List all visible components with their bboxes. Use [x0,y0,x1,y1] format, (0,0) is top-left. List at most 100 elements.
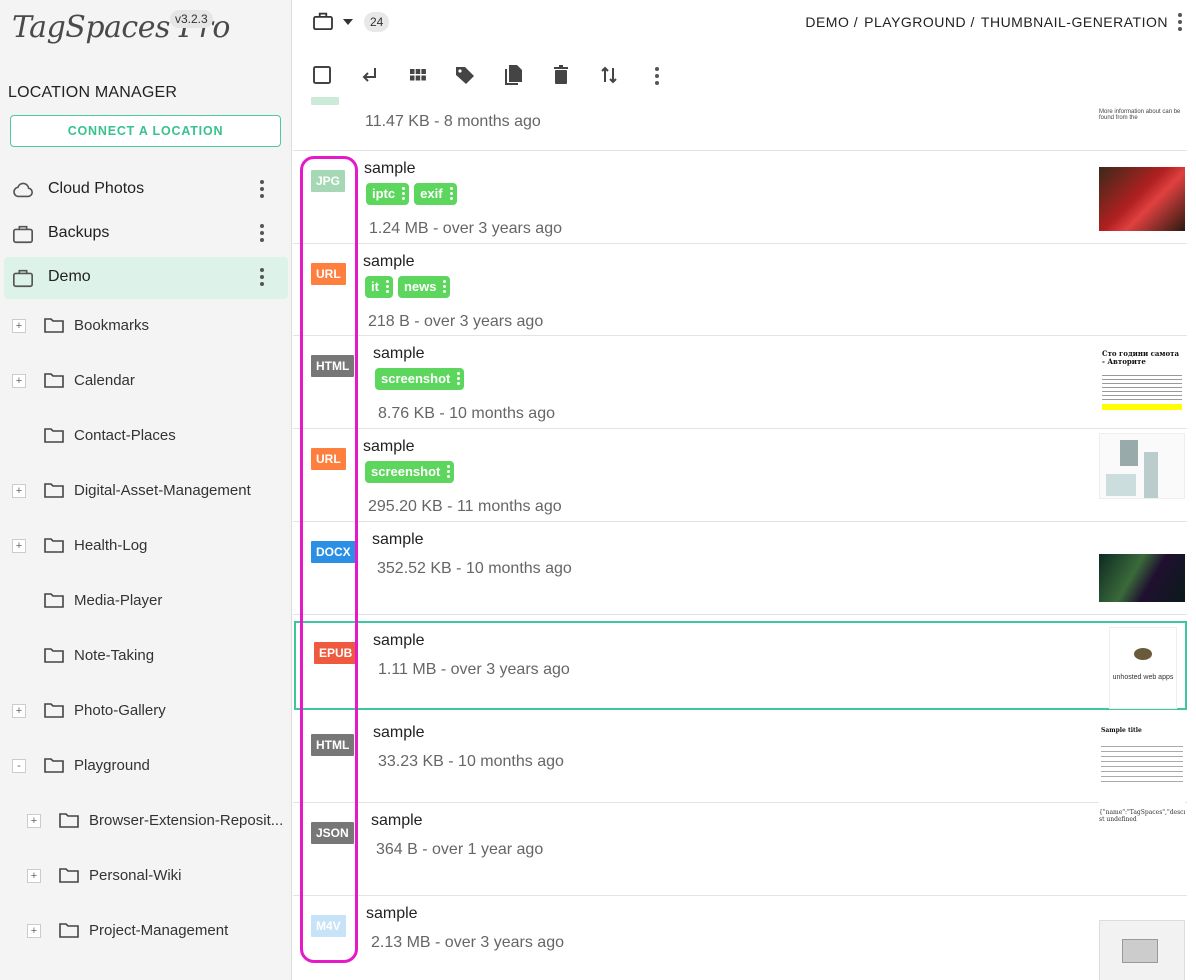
file-thumbnail[interactable]: unhosted web apps [1097,627,1183,709]
file-row[interactable]: JSON sample 364 B - over 1 year ago {"name"… [293,803,1187,896]
expand-toggle-icon[interactable]: - [12,759,26,773]
expand-toggle-icon[interactable]: + [12,484,26,498]
file-name[interactable]: sample [373,345,425,363]
file-name[interactable]: sample [364,160,416,178]
location-switcher-icon[interactable] [313,12,333,30]
folder-tree-item[interactable]: + Health-Log [0,526,291,566]
file-name[interactable]: sample [363,438,415,456]
folder-tree-item[interactable]: Media-Player [0,581,291,621]
folder-menu-icon[interactable] [1178,13,1182,34]
file-thumbnail[interactable]: Сто години самота - Авторите [1099,340,1185,426]
tag-chip[interactable]: screenshot [365,461,455,483]
file-type-badge[interactable]: EPUB [314,642,358,664]
delete-icon[interactable] [550,64,572,86]
location-menu-icon[interactable] [260,224,264,244]
more-icon[interactable] [655,67,659,89]
folder-name: Calendar [74,372,135,389]
location-item-backups[interactable]: Backups [4,213,288,255]
location-manager-title: LOCATION MANAGER [8,84,178,101]
folder-icon [44,758,64,773]
breadcrumb-item[interactable]: DEMO / [805,14,858,30]
copy-icon[interactable] [502,64,524,86]
file-row[interactable]: EPUB sample 1.11 MB - over 3 years ago unho… [294,621,1187,710]
folder-tree-item[interactable]: + Browser-Extension-Reposit... [0,801,291,841]
file-row[interactable]: URL sample it news 218 B - over 3 years ago [293,244,1187,336]
file-thumbnail[interactable]: Sample title [1099,719,1185,805]
cloud-icon [13,182,33,198]
file-name[interactable]: sample [363,253,415,271]
sort-icon[interactable] [598,64,620,86]
file-thumbnail[interactable] [1099,167,1185,231]
file-row[interactable]: 11.47 KB - 8 months ago More information … [293,97,1187,151]
connect-location-button[interactable]: CONNECT A LOCATION [10,115,281,147]
tag-group: screenshot [365,461,455,483]
file-type-badge[interactable] [311,97,339,105]
folder-tree-item[interactable]: + Digital-Asset-Management [0,471,291,511]
briefcase-icon [13,225,33,244]
file-name[interactable]: sample [373,632,425,650]
folder-tree-item[interactable]: Contact-Places [0,416,291,456]
grid-view-icon[interactable] [407,64,429,86]
breadcrumb-item[interactable]: PLAYGROUND / [864,14,975,30]
file-name[interactable]: sample [371,812,423,830]
toolbar [293,50,1196,100]
file-row[interactable]: HTML sample screenshot 8.76 KB - 10 months … [293,336,1187,429]
file-row[interactable]: JPG sample iptc exif 1.24 MB - over 3 years … [293,151,1187,244]
location-menu-icon[interactable] [260,268,264,288]
file-type-badge[interactable]: URL [311,448,346,470]
folder-tree-item[interactable]: Note-Taking [0,636,291,676]
file-thumbnail[interactable] [1099,433,1185,499]
file-thumbnail[interactable] [1099,900,1185,980]
file-type-badge[interactable]: JSON [311,822,354,844]
file-row[interactable]: HTML sample 33.23 KB - 10 months ago Sample… [293,715,1187,805]
tag-menu-icon[interactable] [457,372,461,387]
location-item-cloud-photos[interactable]: Cloud Photos [4,169,288,211]
tag-chip[interactable]: iptc [366,183,410,205]
tag-chip[interactable]: exif [414,183,457,205]
file-type-badge[interactable]: HTML [311,355,355,377]
file-thumbnail[interactable] [1099,534,1185,602]
tag-icon[interactable] [454,64,476,86]
expand-toggle-icon[interactable]: + [12,539,26,553]
file-type-badge[interactable]: HTML [311,734,355,756]
folder-tree-item[interactable]: - Playground [0,746,291,786]
location-menu-icon[interactable] [260,180,264,200]
folder-tree-item[interactable]: + Photo-Gallery [0,691,291,731]
folder-name: Photo-Gallery [74,702,166,719]
file-row[interactable]: URL sample screenshot 295.20 KB - 11 months… [293,429,1187,522]
tag-menu-icon[interactable] [447,465,451,480]
folder-tree-item[interactable]: + Bookmarks [0,306,291,346]
file-thumbnail: More information about can be found from… [1099,107,1185,149]
tag-menu-icon[interactable] [385,280,389,295]
file-name[interactable]: sample [372,531,424,549]
select-all-checkbox-icon[interactable] [311,64,333,86]
expand-toggle-icon[interactable]: + [27,869,41,883]
file-type-badge[interactable]: JPG [311,170,346,192]
file-row[interactable]: M4V sample 2.13 MB - over 3 years ago [293,896,1187,980]
folder-tree-item[interactable]: + Personal-Wiki [0,856,291,896]
tag-menu-icon[interactable] [443,280,447,295]
expand-toggle-icon[interactable]: + [27,924,41,938]
tag-menu-icon[interactable] [449,187,453,202]
tag-chip[interactable]: news [397,276,451,298]
folder-tree-item[interactable]: + Project-Management [0,911,291,951]
breadcrumb-item[interactable]: THUMBNAIL-GENERATION [981,14,1168,30]
file-type-badge[interactable]: DOCX [311,541,356,563]
file-thumbnail[interactable]: {"name":"TagSpaces","description":"Offli… [1099,807,1185,889]
file-type-badge[interactable]: URL [311,263,346,285]
file-type-badge[interactable]: M4V [311,915,346,937]
expand-toggle-icon[interactable]: + [27,814,41,828]
tag-chip[interactable]: screenshot [375,368,465,390]
expand-toggle-icon[interactable]: + [12,704,26,718]
tag-chip[interactable]: it [365,276,393,298]
folder-tree-item[interactable]: + Calendar [0,361,291,401]
expand-toggle-icon[interactable]: + [12,319,26,333]
file-row[interactable]: DOCX sample 352.52 KB - 10 months ago [293,522,1187,615]
chevron-down-icon[interactable] [343,19,353,25]
tag-menu-icon[interactable] [402,187,406,202]
file-name[interactable]: sample [366,905,418,923]
expand-toggle-icon[interactable]: + [12,374,26,388]
location-item-demo[interactable]: Demo [4,257,288,299]
parent-folder-icon[interactable] [359,64,381,86]
file-name[interactable]: sample [373,724,425,742]
